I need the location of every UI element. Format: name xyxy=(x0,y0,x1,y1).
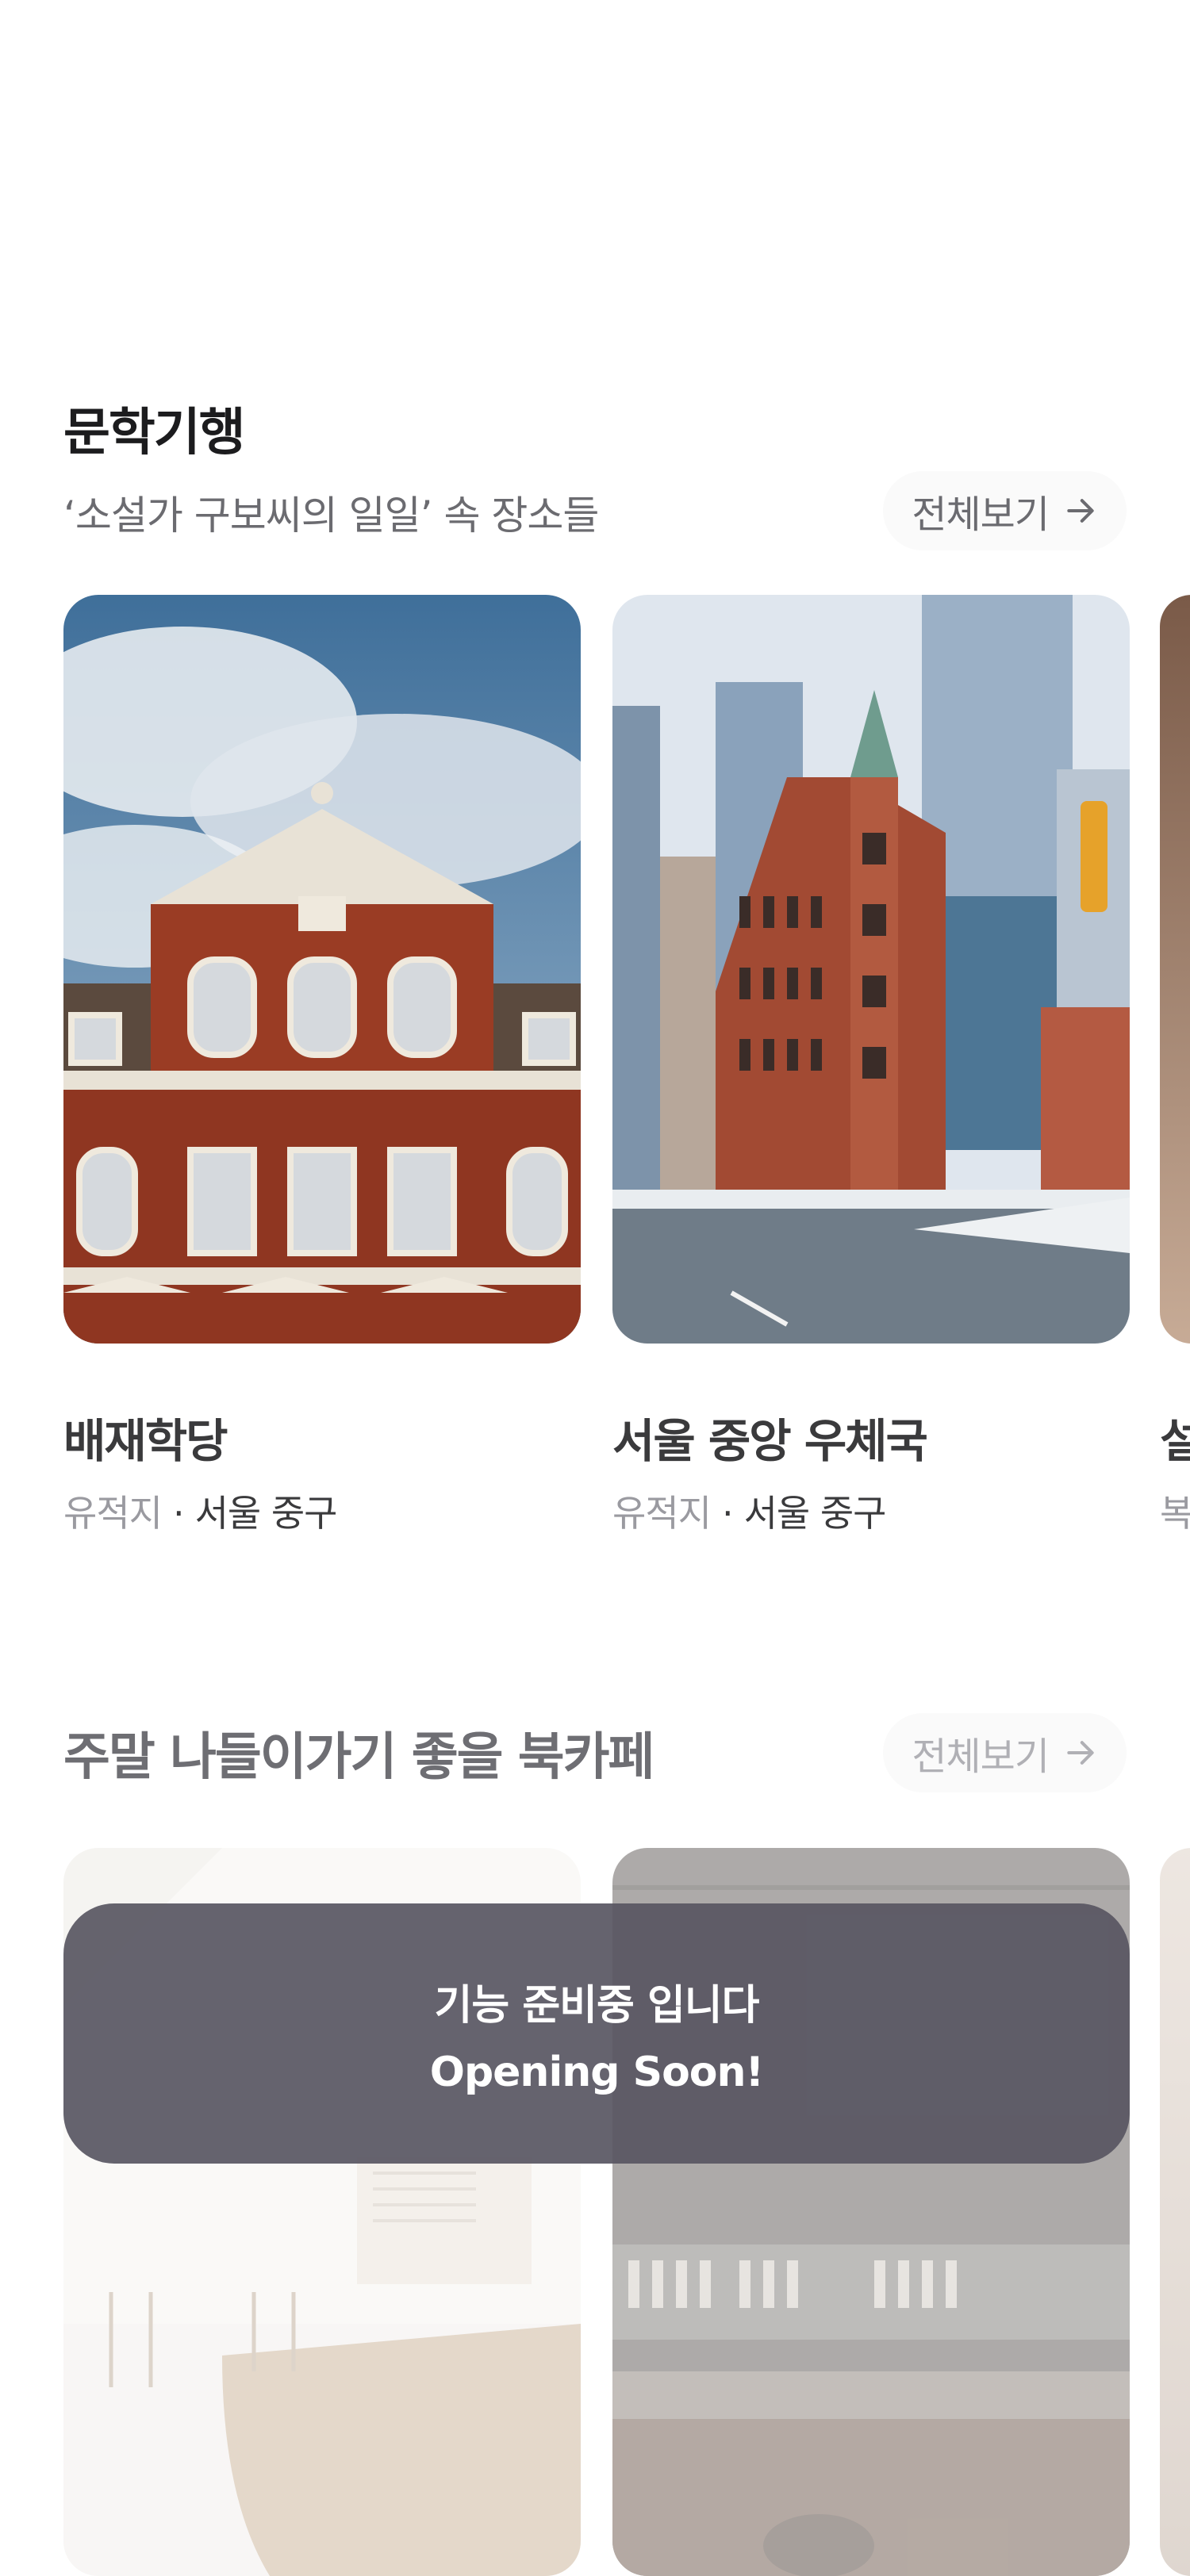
place-card-image[interactable] xyxy=(63,595,581,1344)
separator-dot: · xyxy=(172,1492,185,1535)
see-all-button[interactable]: 전체보기 xyxy=(883,471,1127,550)
opening-soon-toast: 기능 준비중 입니다 Opening Soon! xyxy=(63,1903,1130,2164)
arrow-right-icon xyxy=(1067,1741,1094,1765)
arrow-right-icon xyxy=(1067,499,1094,523)
place-card-meta: 유적지 · 서울 중구 xyxy=(612,1485,886,1537)
section-subtitle: ‘소설가 구보씨의 일일’ 속 장소들 xyxy=(63,493,599,539)
place-card-title[interactable]: 배재학당 xyxy=(63,1404,228,1470)
place-card-title[interactable]: 서울 중앙 우체국 xyxy=(612,1404,928,1470)
place-card-meta: 유적지 · 서울 중구 xyxy=(63,1485,337,1537)
place-category: 유적지 xyxy=(63,1492,163,1535)
place-location: 서울 중구 xyxy=(194,1492,338,1535)
building-photo xyxy=(63,595,581,1344)
place-category: 복 xyxy=(1160,1492,1190,1535)
section-title: 문학기행 xyxy=(63,404,246,462)
toast-line-ko: 기능 준비중 입니다 xyxy=(434,1981,760,2030)
section-title: 주말 나들이가기 좋을 북카페 xyxy=(63,1728,654,1787)
place-category: 유적지 xyxy=(612,1492,712,1535)
place-location: 서울 중구 xyxy=(743,1492,887,1535)
see-all-label: 전체보기 xyxy=(912,1735,1050,1779)
place-card-image[interactable] xyxy=(1160,595,1190,1344)
place-card-meta: 복 xyxy=(1160,1485,1190,1537)
literary-section: 문학기행 ‘소설가 구보씨의 일일’ 속 장소들 전체보기 배재학당 유적지 ·… xyxy=(0,0,1190,1586)
building-photo xyxy=(612,595,1130,1344)
see-all-button[interactable]: 전체보기 xyxy=(883,1713,1127,1792)
place-card-title[interactable]: 설 xyxy=(1160,1404,1190,1470)
place-card-image[interactable] xyxy=(612,595,1130,1344)
see-all-label: 전체보기 xyxy=(912,493,1050,537)
toast-line-en: Opening Soon! xyxy=(429,2048,765,2096)
separator-dot: · xyxy=(721,1492,734,1535)
